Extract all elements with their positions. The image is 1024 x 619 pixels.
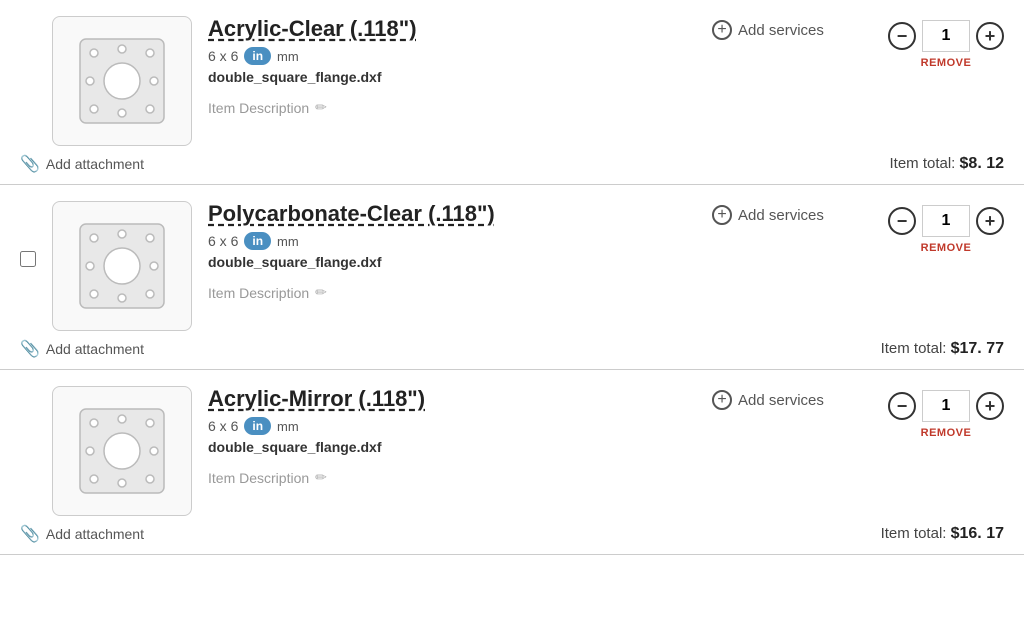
add-services-label-3: Add services	[738, 392, 824, 409]
add-attachment-1[interactable]: 📎 Add attachment	[20, 154, 144, 174]
item-total-prefix-3: Item total:	[881, 525, 947, 542]
remove-btn-3[interactable]: REMOVE	[921, 427, 972, 439]
add-attachment-2[interactable]: 📎 Add attachment	[20, 339, 144, 359]
add-services-plus-icon-1: +	[712, 20, 732, 40]
add-attachment-label-2: Add attachment	[46, 341, 144, 357]
add-services-label-2: Add services	[738, 207, 824, 224]
item-details-2: Polycarbonate-Clear (.118") 6 x 6 in mm …	[208, 201, 696, 301]
unit-badge-in-2[interactable]: in	[244, 232, 271, 250]
item-total-prefix-1: Item total:	[889, 155, 955, 172]
item-image-3	[52, 386, 192, 516]
item-details-3: Acrylic-Mirror (.118") 6 x 6 in mm doubl…	[208, 386, 696, 486]
remove-btn-1[interactable]: REMOVE	[921, 57, 972, 69]
quantity-controls-3: − + REMOVE	[888, 386, 1004, 439]
item-name-3[interactable]: Acrylic-Mirror (.118")	[208, 386, 696, 412]
item-dimensions-1: 6 x 6	[208, 48, 238, 64]
item-name-1[interactable]: Acrylic-Clear (.118")	[208, 16, 696, 42]
add-services-plus-icon-2: +	[712, 205, 732, 225]
unit-badge-in-1[interactable]: in	[244, 47, 271, 65]
item-total-value-1: $8. 12	[960, 155, 1004, 172]
cart-item-2: Polycarbonate-Clear (.118") 6 x 6 in mm …	[0, 185, 1024, 370]
cart-item-3: Acrylic-Mirror (.118") 6 x 6 in mm doubl…	[0, 370, 1024, 555]
item-checkbox-2[interactable]	[20, 201, 36, 267]
qty-decrease-btn-2[interactable]: −	[888, 207, 916, 235]
item-image-1	[52, 16, 192, 146]
unit-label-mm-3: mm	[277, 419, 299, 434]
add-services-label-1: Add services	[738, 22, 824, 39]
add-services-btn-3[interactable]: + Add services	[712, 386, 872, 410]
item-total-value-3: $16. 17	[951, 525, 1004, 542]
add-services-plus-icon-3: +	[712, 390, 732, 410]
add-attachment-3[interactable]: 📎 Add attachment	[20, 524, 144, 544]
item-dimensions-2: 6 x 6	[208, 233, 238, 249]
item-description-row-3: Item Description ✏	[208, 469, 696, 486]
item-total-prefix-2: Item total:	[881, 340, 947, 357]
item-description-row-2: Item Description ✏	[208, 284, 696, 301]
edit-description-icon-1[interactable]: ✏	[315, 99, 327, 116]
item-total-3: Item total: $16. 17	[881, 525, 1004, 543]
item-dimensions-3: 6 x 6	[208, 418, 238, 434]
item-description-label-3: Item Description	[208, 470, 309, 486]
item-description-label-2: Item Description	[208, 285, 309, 301]
item-total-2: Item total: $17. 77	[881, 340, 1004, 358]
qty-decrease-btn-3[interactable]: −	[888, 392, 916, 420]
checkbox-input-2[interactable]	[20, 251, 36, 267]
paperclip-icon-1: 📎	[20, 154, 40, 174]
qty-increase-btn-1[interactable]: +	[976, 22, 1004, 50]
add-attachment-label-3: Add attachment	[46, 526, 144, 542]
item-description-label-1: Item Description	[208, 100, 309, 116]
quantity-controls-2: − + REMOVE	[888, 201, 1004, 254]
qty-input-2[interactable]	[922, 205, 970, 237]
qty-increase-btn-2[interactable]: +	[976, 207, 1004, 235]
paperclip-icon-3: 📎	[20, 524, 40, 544]
edit-description-icon-2[interactable]: ✏	[315, 284, 327, 301]
qty-increase-btn-3[interactable]: +	[976, 392, 1004, 420]
item-filename-2: double_square_flange.dxf	[208, 254, 696, 270]
qty-input-1[interactable]	[922, 20, 970, 52]
remove-btn-2[interactable]: REMOVE	[921, 242, 972, 254]
item-name-2[interactable]: Polycarbonate-Clear (.118")	[208, 201, 696, 227]
quantity-controls-1: − + REMOVE	[888, 16, 1004, 69]
item-description-row-1: Item Description ✏	[208, 99, 696, 116]
edit-description-icon-3[interactable]: ✏	[315, 469, 327, 486]
qty-input-3[interactable]	[922, 390, 970, 422]
item-image-2	[52, 201, 192, 331]
add-services-btn-1[interactable]: + Add services	[712, 16, 872, 40]
cart-container: Acrylic-Clear (.118") 6 x 6 in mm double…	[0, 0, 1024, 555]
item-filename-3: double_square_flange.dxf	[208, 439, 696, 455]
item-details-1: Acrylic-Clear (.118") 6 x 6 in mm double…	[208, 16, 696, 116]
unit-label-mm-2: mm	[277, 234, 299, 249]
add-services-btn-2[interactable]: + Add services	[712, 201, 872, 225]
unit-label-mm-1: mm	[277, 49, 299, 64]
qty-decrease-btn-1[interactable]: −	[888, 22, 916, 50]
item-total-value-2: $17. 77	[951, 340, 1004, 357]
item-filename-1: double_square_flange.dxf	[208, 69, 696, 85]
cart-item-1: Acrylic-Clear (.118") 6 x 6 in mm double…	[0, 0, 1024, 185]
item-total-1: Item total: $8. 12	[889, 155, 1004, 173]
paperclip-icon-2: 📎	[20, 339, 40, 359]
unit-badge-in-3[interactable]: in	[244, 417, 271, 435]
add-attachment-label-1: Add attachment	[46, 156, 144, 172]
